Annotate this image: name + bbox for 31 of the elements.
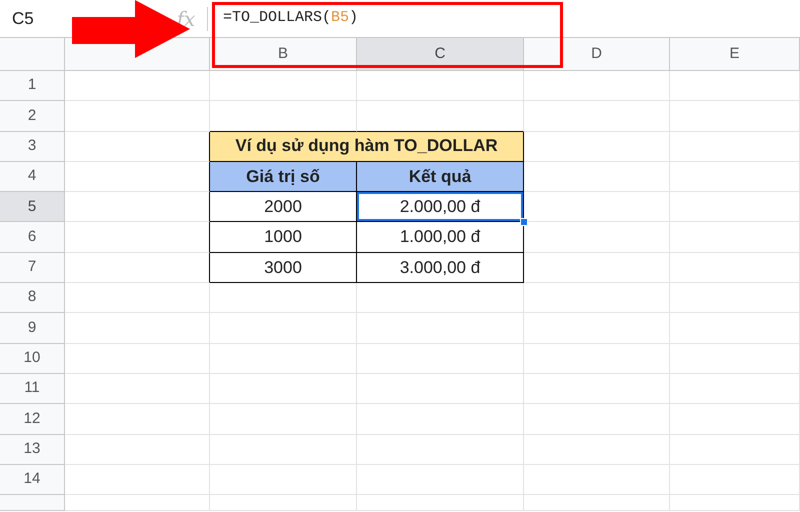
column-header[interactable]: C bbox=[357, 38, 524, 71]
row-header[interactable]: 10 bbox=[0, 344, 65, 374]
column-header[interactable]: E bbox=[670, 38, 800, 71]
row-header[interactable] bbox=[0, 495, 65, 512]
fill-handle[interactable] bbox=[520, 218, 528, 226]
table-header: Giá trị số bbox=[210, 162, 357, 192]
formula-text[interactable]: =TO_DOLLARS(B5) bbox=[208, 7, 358, 30]
row-header[interactable]: 9 bbox=[0, 313, 65, 344]
table-header: Kết quả bbox=[357, 162, 524, 192]
table-cell[interactable]: 2.000,00 đ bbox=[357, 192, 524, 222]
row-header[interactable]: 4 bbox=[0, 162, 65, 192]
name-box[interactable]: C5 bbox=[12, 8, 34, 28]
row-header[interactable]: 7 bbox=[0, 252, 65, 284]
row-header[interactable]: 12 bbox=[0, 404, 65, 435]
table-title: Ví dụ sử dụng hàm TO_DOLLAR bbox=[210, 132, 524, 162]
table-cell[interactable]: 1000 bbox=[210, 222, 357, 253]
row-header[interactable]: 2 bbox=[0, 101, 65, 132]
row-header[interactable]: 14 bbox=[0, 464, 65, 496]
column-header[interactable]: D bbox=[524, 38, 670, 71]
table-cell[interactable]: 3000 bbox=[210, 252, 357, 284]
row-header[interactable]: 1 bbox=[0, 71, 65, 102]
row-header[interactable]: 3 bbox=[0, 132, 65, 162]
row-header[interactable]: 6 bbox=[0, 222, 65, 253]
table-cell[interactable]: 2000 bbox=[210, 192, 357, 222]
row-header[interactable]: 8 bbox=[0, 283, 65, 314]
row-header[interactable]: 5 bbox=[0, 192, 65, 222]
table-cell[interactable]: 3.000,00 đ bbox=[357, 252, 524, 284]
corner-header[interactable] bbox=[0, 38, 65, 71]
row-header[interactable]: 11 bbox=[0, 374, 65, 404]
table-cell[interactable]: 1.000,00 đ bbox=[357, 222, 524, 253]
row-header[interactable]: 13 bbox=[0, 434, 65, 465]
